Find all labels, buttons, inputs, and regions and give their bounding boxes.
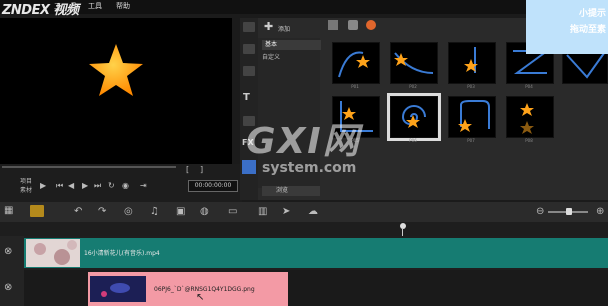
timeline-toolbar [0,202,608,222]
menu-item-a[interactable]: 工 [54,1,61,11]
timeline-ruler[interactable] [0,222,608,236]
multi-cam-icon[interactable]: ▥ [258,206,267,217]
thumb-label: P03 [467,84,475,89]
step-forward-icon[interactable]: ▶ [82,181,88,190]
add-label[interactable]: 添加 [278,24,290,33]
repeat-icon[interactable]: ↻ [108,181,115,190]
timecode-display[interactable]: 00:00:00:00 [188,180,238,192]
clip-mode-label[interactable]: 素材 [20,185,32,194]
path-thumbnail-8[interactable] [448,96,496,138]
thumb-label: P04 [525,84,533,89]
speed-icon[interactable]: ➤ [282,206,290,217]
overlay-clip-thumbnail [90,276,146,302]
timeline-view-icon[interactable] [30,205,44,217]
skip-end-icon[interactable]: ⏭ [94,181,101,191]
volume-icon[interactable]: ◉ [122,181,129,190]
browse-button[interactable]: 浏览 [262,186,320,196]
thumb-label: P07 [467,138,475,143]
mouse-cursor-icon: ↖ [196,292,205,303]
motion-track-icon[interactable]: ◍ [200,206,209,217]
scrub-bar[interactable] [2,166,176,168]
split-icon[interactable]: ⇥ [140,181,147,190]
project-mode-label[interactable]: 项目 [20,176,32,185]
step-back-icon[interactable]: ◀ [68,181,74,190]
storyboard-view-icon[interactable]: ▦ [4,205,13,216]
paint-icon[interactable]: ☁ [308,206,318,217]
app-brand: ZNDEX 视频 [2,3,79,18]
menu-item-help[interactable]: 帮助 [116,1,130,11]
record-icon[interactable]: ◎ [124,206,133,217]
library-sort-icon[interactable] [348,20,358,30]
zoom-in-icon[interactable]: ⊕ [596,206,604,217]
path-thumbnail-3[interactable] [448,42,496,84]
media-icon[interactable] [243,22,255,32]
path-thumbnail-2[interactable] [390,42,438,84]
menu-item-tools[interactable]: 工具 [88,1,102,11]
menu-item-b[interactable]: 具 [70,1,77,11]
thumb-label: P08 [525,138,533,143]
star-icon [89,44,143,96]
zoom-slider-handle[interactable] [566,208,572,215]
thumb-label: P06 [409,138,417,143]
overlay-track-icon[interactable]: ⊗ [4,282,12,293]
path-thumbnail-9[interactable] [506,96,554,138]
play-icon[interactable]: ▶ [40,181,46,190]
undo-icon[interactable]: ↶ [74,206,82,217]
zoom-out-icon[interactable]: ⊖ [536,206,544,217]
library-options-icon[interactable] [366,20,376,30]
audio-mixer-icon[interactable]: ♫ [150,206,159,217]
video-clip-thumbnail [26,239,80,267]
category-custom[interactable]: 自定义 [262,52,280,61]
skip-start-icon[interactable]: ⏮ [56,181,63,191]
subtitle-icon[interactable]: ▭ [228,206,237,217]
tip-title: 小提示 [578,9,606,19]
video-clip-name: 16小清新花儿(有音乐).mp4 [84,250,160,257]
title-icon[interactable]: T [243,92,250,103]
library-view-icon[interactable] [328,20,338,30]
path-thumbnail-1[interactable] [332,42,380,84]
thumb-label: P02 [409,84,417,89]
thumb-label: P01 [351,84,359,89]
redo-icon[interactable]: ↷ [98,206,106,217]
tip-body: 拖动至素 [569,25,606,35]
playhead-handle[interactable] [400,223,406,229]
instant-project-icon[interactable] [243,44,255,54]
video-track-icon[interactable]: ⊗ [4,246,12,257]
path-thumbnail-7-selected[interactable] [387,93,441,141]
transition-icon[interactable] [243,66,255,76]
watermark-logo: GXI网 [246,121,361,162]
mark-out-icon[interactable]: ] [200,165,203,174]
auto-music-icon[interactable]: ▣ [176,206,185,217]
add-icon[interactable]: ✚ [264,20,273,33]
watermark-site: system.com [262,160,357,176]
mark-in-icon[interactable]: [ [186,165,189,174]
category-basic[interactable]: 基本 [262,40,321,50]
